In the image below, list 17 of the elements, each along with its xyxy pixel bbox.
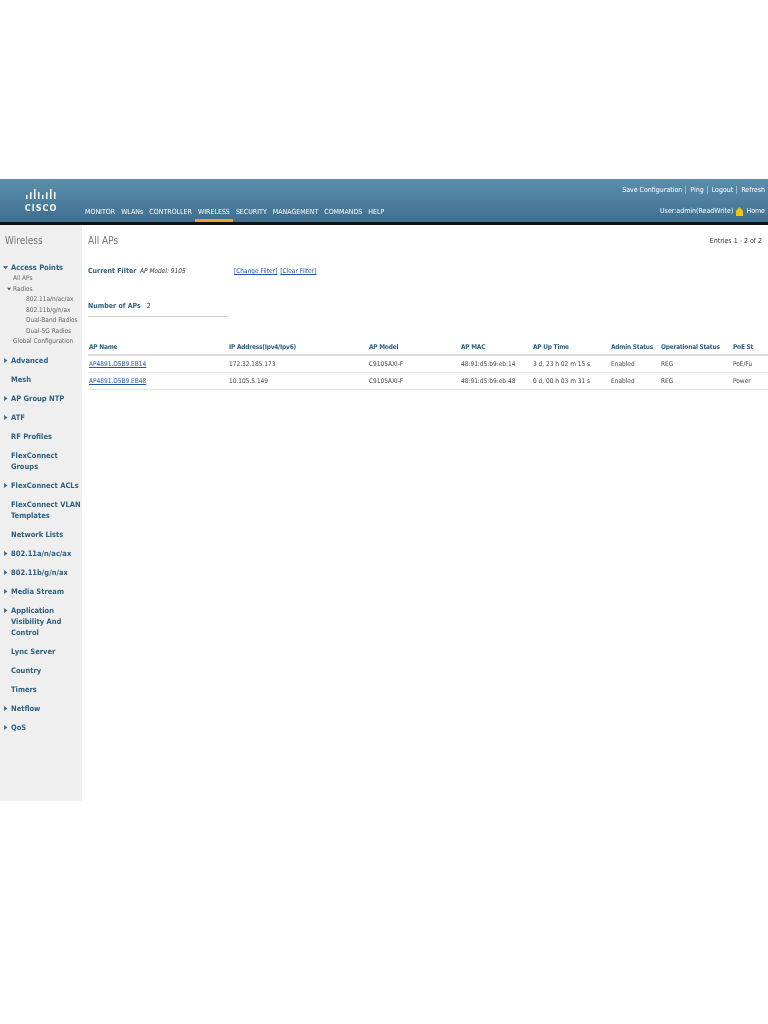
- sidebar-title: Wireless: [4, 234, 44, 248]
- bars-logo-icon: [25, 188, 57, 201]
- right-triangle-icon[interactable]: [3, 357, 8, 363]
- right-triangle-icon[interactable]: [3, 607, 8, 613]
- right-triangle-icon[interactable]: [3, 482, 8, 488]
- right-triangle-icon[interactable]: [3, 569, 8, 575]
- right-triangle-icon[interactable]: [3, 414, 8, 420]
- right-triangle-icon[interactable]: [3, 395, 8, 401]
- right-triangle-icon[interactable]: [3, 550, 8, 556]
- page-title: All APs: [88, 235, 119, 246]
- right-triangle-icon[interactable]: [3, 724, 8, 730]
- right-triangle-icon[interactable]: [3, 588, 8, 594]
- logo-text: CISCO: [24, 202, 58, 213]
- house-icon: [736, 206, 744, 216]
- down-triangle-icon[interactable]: [7, 286, 11, 291]
- right-triangle-icon[interactable]: [3, 705, 8, 711]
- down-triangle-icon[interactable]: [3, 265, 8, 270]
